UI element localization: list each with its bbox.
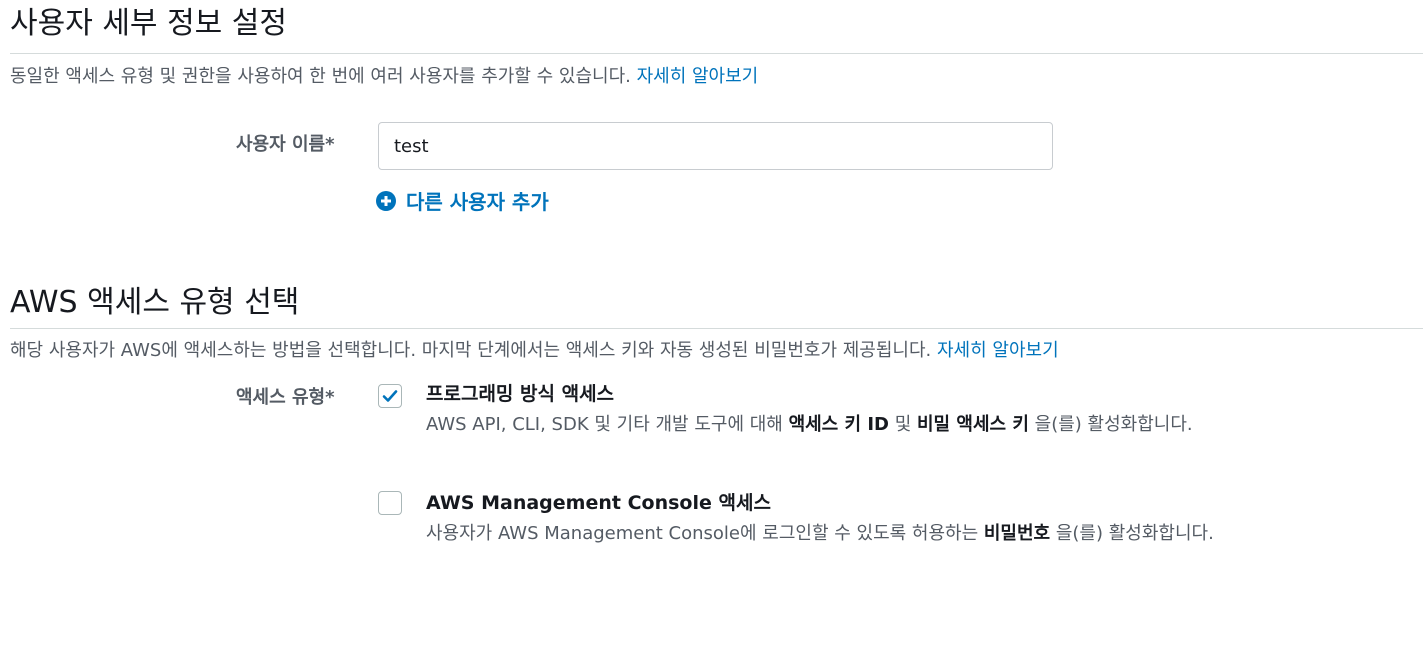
console-access-desc-prefix: 사용자가 AWS Management Console에 로그인할 수 있도록 … [426,523,984,544]
access-key-id-text: 액세스 키 ID [788,414,889,435]
username-input[interactable] [378,122,1053,170]
console-access-desc-suffix: 을(를) 활성화합니다. [1050,523,1214,544]
access-type-label: 액세스 유형* [236,387,335,408]
checkmark-icon [382,390,398,402]
access-type-title: AWS 액세스 유형 선택 [10,285,300,320]
page: 사용자 세부 정보 설정 동일한 액세스 유형 및 권한을 사용하여 한 번에 … [0,0,1423,660]
username-label: 사용자 이름* [236,134,335,155]
plus-circle-icon [376,190,396,211]
programmatic-access-desc-suffix: 을(를) 활성화합니다. [1028,414,1193,435]
user-details-title: 사용자 세부 정보 설정 [10,6,288,41]
user-details-description: 동일한 액세스 유형 및 권한을 사용하여 한 번에 여러 사용자를 추가할 수… [10,64,758,90]
secret-access-key-text: 비밀 액세스 키 [917,414,1029,435]
user-details-learn-more-link[interactable]: 자세히 알아보기 [637,66,759,87]
password-text: 비밀번호 [983,523,1051,544]
programmatic-access-desc-prefix: AWS API, CLI, SDK 및 기타 개발 도구에 대해 [426,414,789,435]
section-divider [10,328,1423,329]
user-details-description-text: 동일한 액세스 유형 및 권한을 사용하여 한 번에 여러 사용자를 추가할 수… [10,66,631,87]
access-type-description-text: 해당 사용자가 AWS에 액세스하는 방법을 선택합니다. 마지막 단계에서는 … [10,340,932,361]
access-type-learn-more-link[interactable]: 자세히 알아보기 [937,340,1059,361]
programmatic-access-desc-mid: 및 [888,414,917,435]
programmatic-access-checkbox[interactable] [378,384,402,408]
console-access-checkbox[interactable] [378,491,402,515]
access-type-description: 해당 사용자가 AWS에 액세스하는 방법을 선택합니다. 마지막 단계에서는 … [10,338,1059,364]
add-another-user-label: 다른 사용자 추가 [406,190,549,214]
section-divider [10,53,1423,54]
programmatic-access-description: AWS API, CLI, SDK 및 기타 개발 도구에 대해 액세스 키 I… [426,410,1246,440]
programmatic-access-title: 프로그래밍 방식 액세스 [426,383,615,405]
console-access-description: 사용자가 AWS Management Console에 로그인할 수 있도록 … [426,519,1226,549]
console-access-title: AWS Management Console 액세스 [426,492,771,514]
add-another-user-button[interactable]: 다른 사용자 추가 [376,186,549,215]
